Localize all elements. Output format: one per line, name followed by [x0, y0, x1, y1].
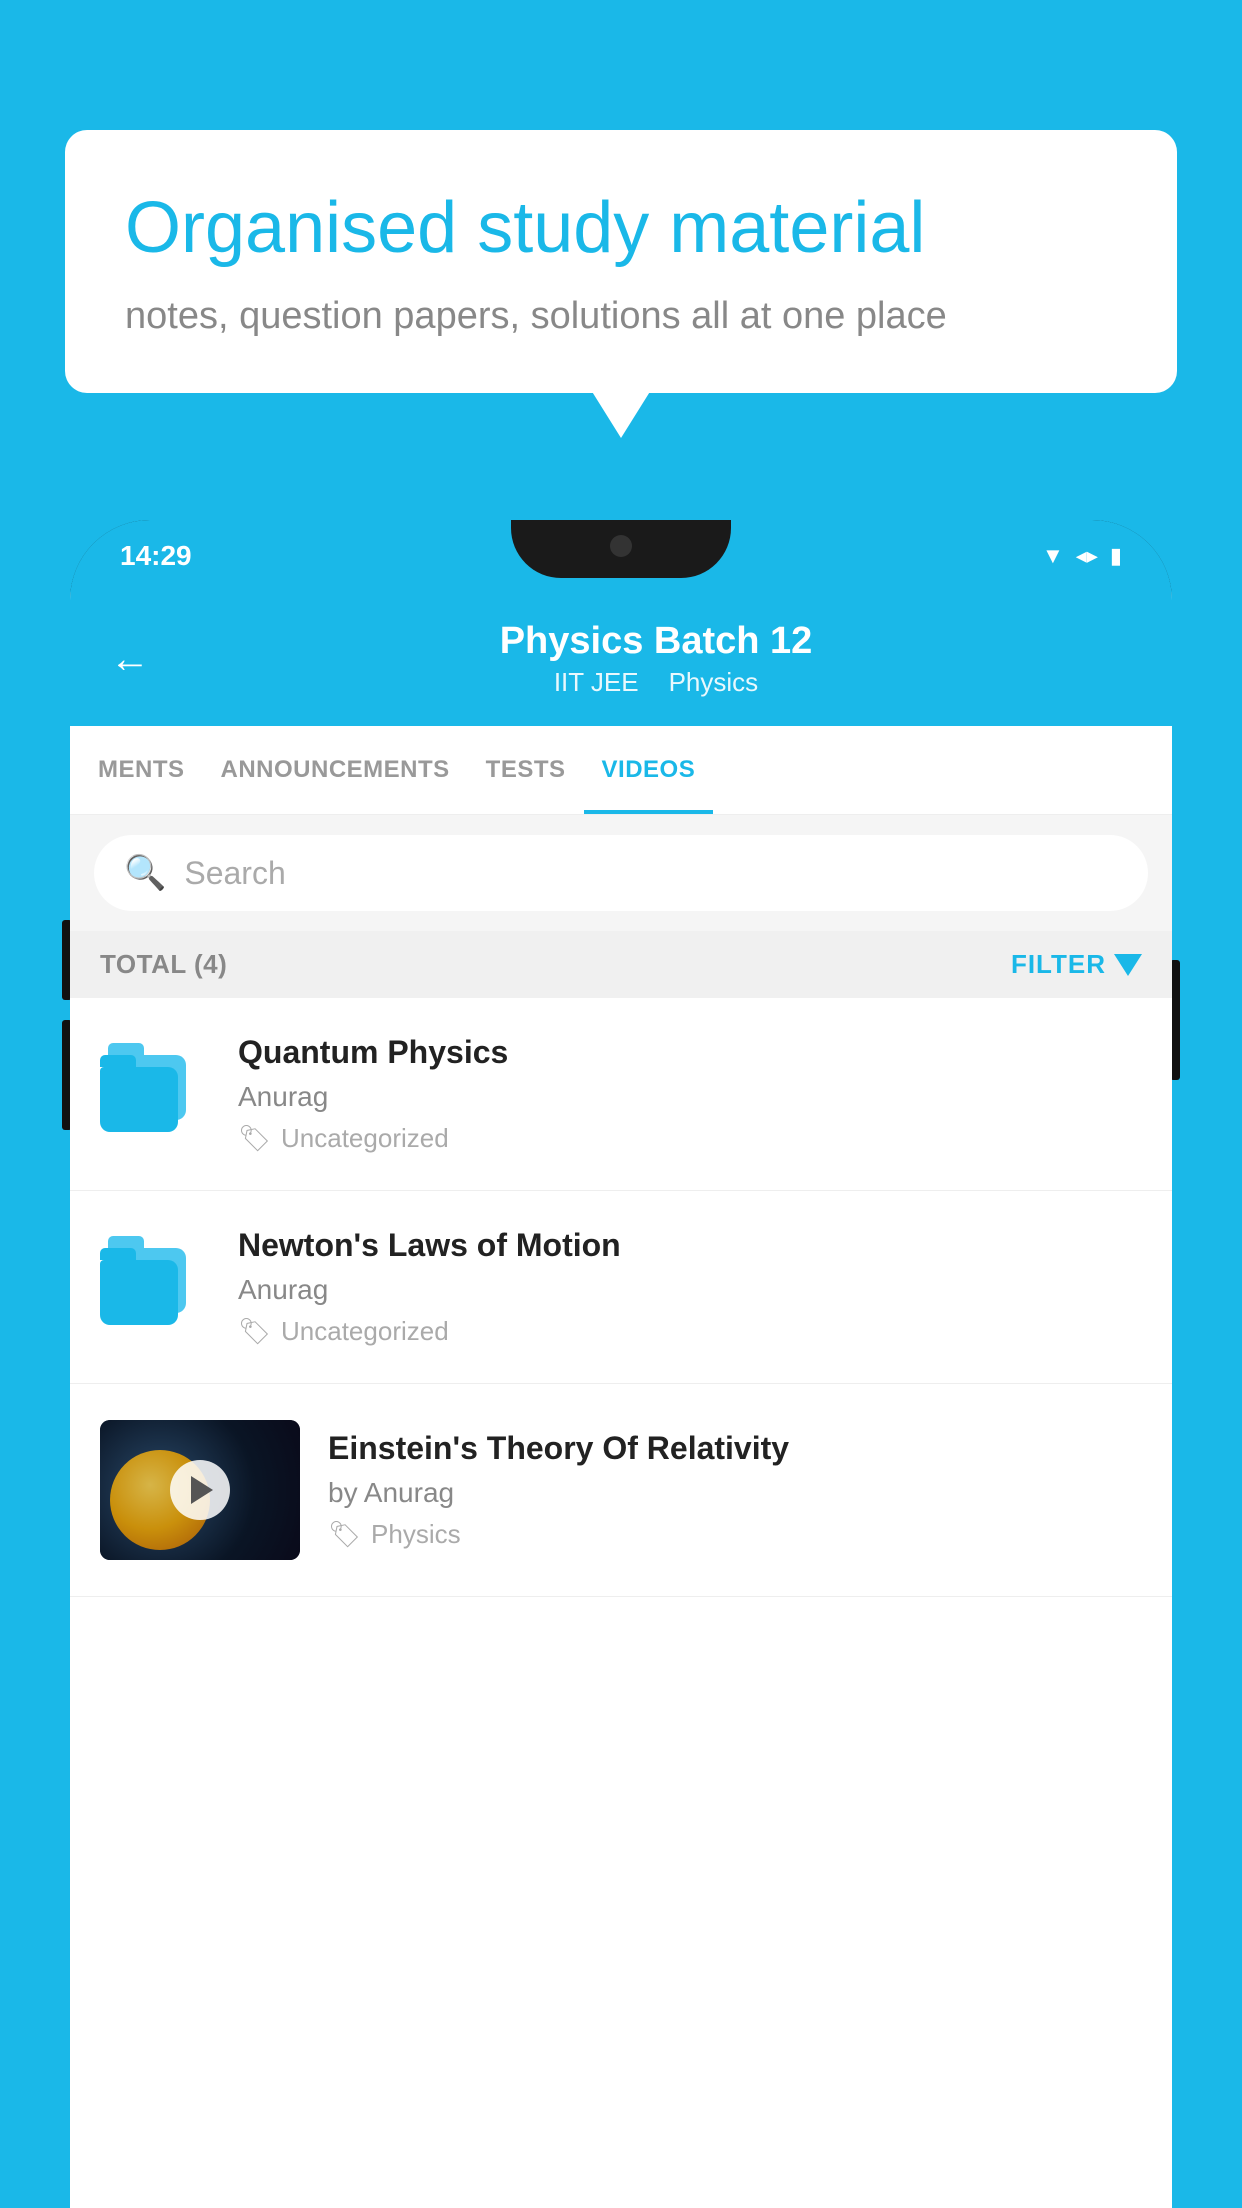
- app-header: ← Physics Batch 12 IIT JEE Physics: [70, 592, 1172, 726]
- video-author: Anurag: [238, 1274, 1142, 1306]
- camera-notch: [610, 535, 632, 557]
- tab-ments[interactable]: MENTS: [80, 726, 203, 814]
- video-list: Quantum Physics Anurag 🏷 Uncategorized: [70, 998, 1172, 1597]
- video-thumbnail-einstein: [100, 1420, 300, 1560]
- subtitle-tag-physics: Physics: [669, 667, 759, 698]
- video-info-einstein: Einstein's Theory Of Relativity by Anura…: [328, 1430, 1142, 1550]
- wifi-icon: ▼: [1042, 543, 1064, 569]
- tab-videos[interactable]: VIDEOS: [584, 726, 714, 814]
- video-author: by Anurag: [328, 1477, 1142, 1509]
- tab-announcements[interactable]: ANNOUNCEMENTS: [203, 726, 468, 814]
- video-tag: 🏷 Physics: [328, 1519, 1142, 1550]
- tag-icon: 🏷: [238, 1316, 271, 1347]
- search-box[interactable]: 🔍 Search: [94, 835, 1148, 911]
- video-tag: 🏷 Uncategorized: [238, 1316, 1142, 1347]
- header-subtitle: IIT JEE Physics: [180, 667, 1132, 698]
- phone-screen: ← Physics Batch 12 IIT JEE Physics MENTS…: [70, 592, 1172, 2208]
- play-button[interactable]: [170, 1460, 230, 1520]
- status-time: 14:29: [120, 540, 192, 572]
- batch-title: Physics Batch 12: [180, 620, 1132, 663]
- phone-frame: 14:29 ▼ ◂▸ ▮ ← Physics Batch 12 IIT JEE …: [70, 520, 1172, 2208]
- folder-thumb-newton: [100, 1242, 210, 1332]
- filter-bar: TOTAL (4) FILTER: [70, 931, 1172, 998]
- folder-front-layer: [100, 1067, 178, 1132]
- video-tag: 🏷 Uncategorized: [238, 1123, 1142, 1154]
- subtitle-tag-iitjee: IIT JEE: [554, 667, 639, 698]
- search-container: 🔍 Search: [70, 815, 1172, 931]
- filter-label: FILTER: [1011, 949, 1106, 980]
- speech-bubble-heading: Organised study material: [125, 185, 1117, 271]
- tag-icon: 🏷: [238, 1123, 271, 1154]
- list-item[interactable]: Newton's Laws of Motion Anurag 🏷 Uncateg…: [70, 1191, 1172, 1384]
- filter-funnel-icon: [1114, 954, 1142, 976]
- video-author: Anurag: [238, 1081, 1142, 1113]
- tag-label: Uncategorized: [281, 1316, 449, 1347]
- tabs-bar: MENTS ANNOUNCEMENTS TESTS VIDEOS: [70, 726, 1172, 815]
- video-title: Newton's Laws of Motion: [238, 1227, 1142, 1264]
- speech-bubble-container: Organised study material notes, question…: [65, 130, 1177, 393]
- back-button[interactable]: ←: [110, 637, 150, 682]
- total-count: TOTAL (4): [100, 949, 227, 980]
- folder-front-layer: [100, 1260, 178, 1325]
- folder-icon-quantum: [100, 1049, 190, 1139]
- signal-icon: ◂▸: [1076, 543, 1098, 569]
- tag-icon: 🏷: [328, 1519, 361, 1550]
- video-info-newton: Newton's Laws of Motion Anurag 🏷 Uncateg…: [238, 1227, 1142, 1347]
- speech-bubble: Organised study material notes, question…: [65, 130, 1177, 393]
- battery-icon: ▮: [1110, 543, 1122, 569]
- list-item[interactable]: Quantum Physics Anurag 🏷 Uncategorized: [70, 998, 1172, 1191]
- speech-bubble-subtext: notes, question papers, solutions all at…: [125, 295, 1117, 338]
- search-icon: 🔍: [124, 853, 166, 893]
- tag-label: Uncategorized: [281, 1123, 449, 1154]
- play-triangle-icon: [191, 1476, 213, 1504]
- status-icons: ▼ ◂▸ ▮: [1042, 543, 1122, 569]
- header-title-block: Physics Batch 12 IIT JEE Physics: [180, 620, 1132, 698]
- status-bar: 14:29 ▼ ◂▸ ▮: [70, 520, 1172, 592]
- video-title: Quantum Physics: [238, 1034, 1142, 1071]
- list-item[interactable]: Einstein's Theory Of Relativity by Anura…: [70, 1384, 1172, 1597]
- tab-tests[interactable]: TESTS: [468, 726, 584, 814]
- tag-label: Physics: [371, 1519, 461, 1550]
- video-info-quantum: Quantum Physics Anurag 🏷 Uncategorized: [238, 1034, 1142, 1154]
- search-input[interactable]: Search: [184, 855, 285, 892]
- folder-thumb-quantum: [100, 1049, 210, 1139]
- folder-icon-newton: [100, 1242, 190, 1332]
- video-title: Einstein's Theory Of Relativity: [328, 1430, 1142, 1467]
- filter-button[interactable]: FILTER: [1011, 949, 1142, 980]
